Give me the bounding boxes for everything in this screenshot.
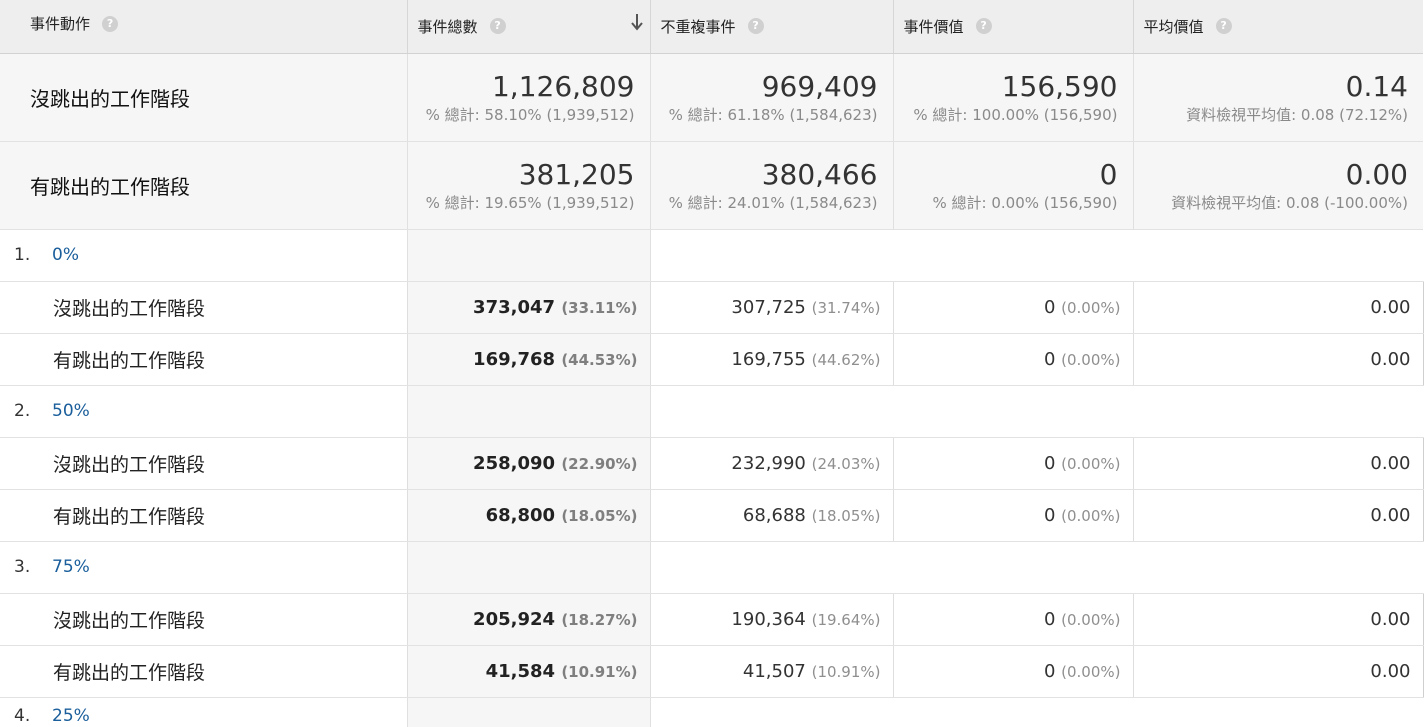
event-value-cell: 0% 總計: 0.00% (156,590) bbox=[892, 141, 1133, 230]
unique-events-cell: 68,688 (18.05%) bbox=[649, 489, 893, 542]
total-events-cell: 258,090 (22.90%) bbox=[406, 437, 650, 490]
event-value-cell: 0 (0.00%) bbox=[892, 489, 1133, 542]
row-label: 有跳出的工作階段 bbox=[0, 489, 407, 542]
total-row-non-bounce: 沒跳出的工作階段 1,126,809% 總計: 58.10% (1,939,51… bbox=[0, 53, 1423, 142]
table-row: 有跳出的工作階段 68,800 (18.05%) 68,688 (18.05%)… bbox=[0, 489, 1424, 542]
group-label: 4. 25% bbox=[0, 697, 407, 727]
group-row: 2. 50% bbox=[0, 385, 1423, 438]
unique-events-cell: 969,409% 總計: 61.18% (1,584,623) bbox=[649, 53, 893, 142]
group-link[interactable]: 75% bbox=[52, 557, 90, 577]
total-events-cell: 41,584 (10.91%) bbox=[406, 645, 650, 698]
event-report-table: 事件動作? 事件總數? 不重複事件? 事件價值? 平均價值? 沒跳出的工作階段 … bbox=[0, 0, 1424, 727]
unique-events-cell: 380,466% 總計: 24.01% (1,584,623) bbox=[649, 141, 893, 230]
unique-events-cell: 307,725 (31.74%) bbox=[649, 281, 893, 334]
unique-events-cell: 169,755 (44.62%) bbox=[649, 333, 893, 386]
group-link[interactable]: 0% bbox=[52, 245, 79, 265]
help-icon[interactable]: ? bbox=[747, 18, 764, 35]
avg-value-cell: 0.14 資料檢視平均值: 0.08 (72.12%) bbox=[1132, 53, 1423, 142]
total-events-cell: 205,924 (18.27%) bbox=[406, 593, 650, 646]
total-row-label: 沒跳出的工作階段 bbox=[0, 53, 407, 142]
group-link[interactable]: 25% bbox=[52, 706, 90, 726]
total-events-cell: 373,047 (33.11%) bbox=[406, 281, 650, 334]
table-row: 有跳出的工作階段 41,584 (10.91%) 41,507 (10.91%)… bbox=[0, 645, 1424, 698]
table-row: 沒跳出的工作階段 373,047 (33.11%) 307,725 (31.74… bbox=[0, 281, 1424, 334]
group-row: 3. 75% bbox=[0, 541, 1423, 594]
group-label: 2. 50% bbox=[0, 385, 407, 438]
header-total-events[interactable]: 事件總數? bbox=[406, 0, 650, 54]
event-value-cell: 0 (0.00%) bbox=[892, 593, 1133, 646]
event-value-cell: 0 (0.00%) bbox=[892, 281, 1133, 334]
help-icon[interactable]: ? bbox=[1215, 18, 1232, 35]
unique-events-cell: 190,364 (19.64%) bbox=[649, 593, 893, 646]
event-value-cell: 156,590% 總計: 100.00% (156,590) bbox=[892, 53, 1133, 142]
group-number: 3. bbox=[14, 557, 31, 577]
total-events-cell: 1,126,809% 總計: 58.10% (1,939,512) bbox=[406, 53, 650, 142]
unique-events-cell: 41,507 (10.91%) bbox=[649, 645, 893, 698]
row-label: 沒跳出的工作階段 bbox=[0, 281, 407, 334]
avg-value-cell: 0.00 資料檢視平均值: 0.08 (-100.00%) bbox=[1132, 141, 1423, 230]
group-number: 4. bbox=[14, 706, 31, 727]
avg-value-cell: 0.00 bbox=[1132, 281, 1424, 334]
total-row-bounce: 有跳出的工作階段 381,205% 總計: 19.65% (1,939,512)… bbox=[0, 141, 1423, 230]
row-label: 有跳出的工作階段 bbox=[0, 645, 407, 698]
header-avg-value[interactable]: 平均價值? bbox=[1132, 0, 1423, 54]
table-row: 有跳出的工作階段 169,768 (44.53%) 169,755 (44.62… bbox=[0, 333, 1424, 386]
help-icon[interactable]: ? bbox=[102, 15, 119, 32]
avg-value-cell: 0.00 bbox=[1132, 333, 1424, 386]
event-value-cell: 0 (0.00%) bbox=[892, 645, 1133, 698]
header-event-value[interactable]: 事件價值? bbox=[892, 0, 1133, 54]
help-icon[interactable]: ? bbox=[975, 18, 992, 35]
row-label: 有跳出的工作階段 bbox=[0, 333, 407, 386]
row-label: 沒跳出的工作階段 bbox=[0, 437, 407, 490]
total-row-label: 有跳出的工作階段 bbox=[0, 141, 407, 230]
avg-value-cell: 0.00 bbox=[1132, 489, 1424, 542]
event-value-cell: 0 (0.00%) bbox=[892, 333, 1133, 386]
group-label: 1. 0% bbox=[0, 229, 407, 282]
group-label: 3. 75% bbox=[0, 541, 407, 594]
sort-descending-arrow-icon[interactable] bbox=[630, 12, 644, 32]
event-value-cell: 0 (0.00%) bbox=[892, 437, 1133, 490]
avg-value-cell: 0.00 bbox=[1132, 645, 1424, 698]
unique-events-cell: 232,990 (24.03%) bbox=[649, 437, 893, 490]
avg-value-cell: 0.00 bbox=[1132, 437, 1424, 490]
row-label: 沒跳出的工作階段 bbox=[0, 593, 407, 646]
group-number: 1. bbox=[14, 245, 31, 265]
group-row-partial: 4. 25% bbox=[0, 697, 1423, 727]
total-events-cell: 169,768 (44.53%) bbox=[406, 333, 650, 386]
total-events-cell: 381,205% 總計: 19.65% (1,939,512) bbox=[406, 141, 650, 230]
table-row: 沒跳出的工作階段 258,090 (22.90%) 232,990 (24.03… bbox=[0, 437, 1424, 490]
header-event-action[interactable]: 事件動作? bbox=[0, 0, 407, 54]
group-number: 2. bbox=[14, 401, 31, 421]
table-row: 沒跳出的工作階段 205,924 (18.27%) 190,364 (19.64… bbox=[0, 593, 1424, 646]
group-row: 1. 0% bbox=[0, 229, 1423, 282]
help-icon[interactable]: ? bbox=[489, 18, 506, 35]
table-header-row: 事件動作? 事件總數? 不重複事件? 事件價值? 平均價值? bbox=[0, 0, 1423, 54]
group-link[interactable]: 50% bbox=[52, 401, 90, 421]
avg-value-cell: 0.00 bbox=[1132, 593, 1424, 646]
header-unique-events[interactable]: 不重複事件? bbox=[649, 0, 893, 54]
total-events-cell: 68,800 (18.05%) bbox=[406, 489, 650, 542]
